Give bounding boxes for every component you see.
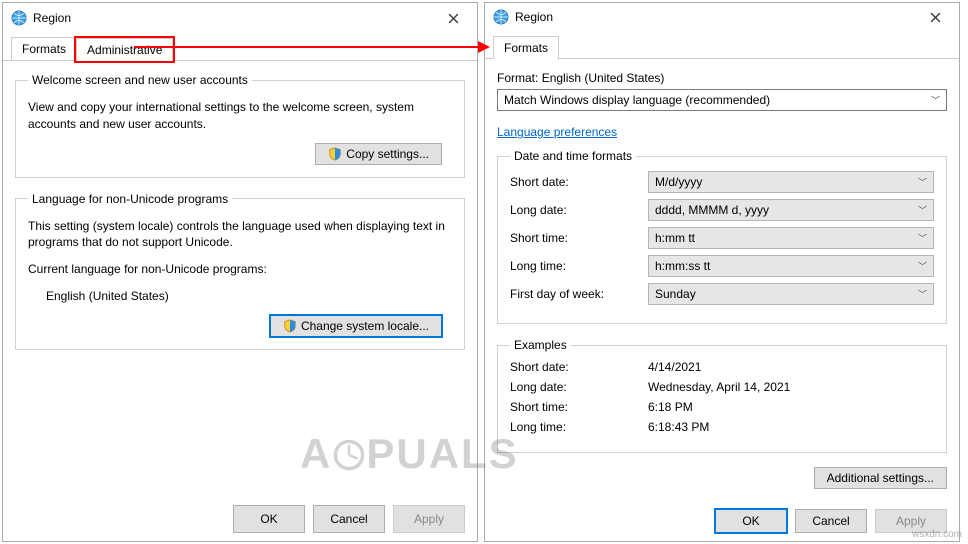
group-legend: Examples <box>510 338 571 352</box>
region-window-administrative: Region Formats Administrative Welcome sc… <box>2 2 478 542</box>
dropdown-value: M/d/yyyy <box>655 175 702 189</box>
change-system-locale-button[interactable]: Change system locale... <box>270 315 442 337</box>
tabstrip: Formats <box>485 35 959 59</box>
ex-short-date-label: Short date: <box>510 360 640 374</box>
chevron-down-icon: ﹀ <box>918 232 927 245</box>
dropdown-value: h:mm:ss tt <box>655 259 710 273</box>
long-time-label: Long time: <box>510 259 640 273</box>
tab-formats[interactable]: Formats <box>11 37 77 60</box>
additional-settings-button[interactable]: Additional settings... <box>814 467 947 489</box>
group-welcome-screen: Welcome screen and new user accounts Vie… <box>15 73 465 178</box>
globe-icon <box>493 9 509 25</box>
dialog-footer: OK Cancel Apply <box>3 497 477 541</box>
ex-long-date-label: Long date: <box>510 380 640 394</box>
globe-icon <box>11 10 27 26</box>
short-time-dropdown[interactable]: h:mm tt ﹀ <box>648 227 934 249</box>
short-date-dropdown[interactable]: M/d/yyyy ﹀ <box>648 171 934 193</box>
chevron-down-icon: ﹀ <box>918 288 927 301</box>
chevron-down-icon: ﹀ <box>918 204 927 217</box>
titlebar[interactable]: Region <box>485 3 959 31</box>
language-preferences-link[interactable]: Language preferences <box>497 125 617 139</box>
dropdown-value: Match Windows display language (recommen… <box>504 93 770 107</box>
close-icon <box>448 13 459 24</box>
tabstrip: Formats Administrative <box>3 37 477 61</box>
cancel-button[interactable]: Cancel <box>795 509 867 533</box>
window-title: Region <box>515 10 915 24</box>
ex-long-date-value: Wednesday, April 14, 2021 <box>648 380 934 394</box>
button-label: Change system locale... <box>301 319 429 333</box>
group-non-unicode: Language for non-Unicode programs This s… <box>15 192 465 350</box>
current-lang-label: Current language for non-Unicode program… <box>28 261 452 278</box>
apply-button[interactable]: Apply <box>393 505 465 533</box>
long-date-label: Long date: <box>510 203 640 217</box>
first-day-dropdown[interactable]: Sunday ﹀ <box>648 283 934 305</box>
short-date-label: Short date: <box>510 175 640 189</box>
apply-button[interactable]: Apply <box>875 509 947 533</box>
dropdown-value: h:mm tt <box>655 231 695 245</box>
dropdown-value: dddd, MMMM d, yyyy <box>655 203 769 217</box>
group-date-time-formats: Date and time formats Short date: M/d/yy… <box>497 149 947 324</box>
chevron-down-icon: ﹀ <box>931 94 940 107</box>
ok-button[interactable]: OK <box>233 505 305 533</box>
current-lang-value: English (United States) <box>46 288 452 305</box>
tab-formats[interactable]: Formats <box>493 36 559 59</box>
group-text: View and copy your international setting… <box>28 99 452 133</box>
close-button[interactable] <box>433 4 473 32</box>
tab-body-administrative: Welcome screen and new user accounts Vie… <box>3 61 477 497</box>
short-time-label: Short time: <box>510 231 640 245</box>
ex-short-time-value: 6:18 PM <box>648 400 934 414</box>
shield-icon <box>283 319 297 333</box>
ex-short-date-value: 4/14/2021 <box>648 360 934 374</box>
close-button[interactable] <box>915 3 955 31</box>
cancel-button[interactable]: Cancel <box>313 505 385 533</box>
first-day-label: First day of week: <box>510 287 640 301</box>
chevron-down-icon: ﹀ <box>918 176 927 189</box>
ex-long-time-value: 6:18:43 PM <box>648 420 934 434</box>
long-time-dropdown[interactable]: h:mm:ss tt ﹀ <box>648 255 934 277</box>
region-window-formats: Region Formats Format: English (United S… <box>484 2 960 542</box>
long-date-dropdown[interactable]: dddd, MMMM d, yyyy ﹀ <box>648 199 934 221</box>
close-icon <box>930 12 941 23</box>
format-label: Format: <box>497 71 538 85</box>
chevron-down-icon: ﹀ <box>918 260 927 273</box>
ex-short-time-label: Short time: <box>510 400 640 414</box>
ok-button[interactable]: OK <box>715 509 787 533</box>
group-examples: Examples Short date: 4/14/2021 Long date… <box>497 338 947 453</box>
group-legend: Welcome screen and new user accounts <box>28 73 252 87</box>
group-legend: Language for non-Unicode programs <box>28 192 232 206</box>
format-dropdown[interactable]: Match Windows display language (recommen… <box>497 89 947 111</box>
group-legend: Date and time formats <box>510 149 636 163</box>
button-label: Copy settings... <box>346 147 429 161</box>
window-title: Region <box>33 11 433 25</box>
copy-settings-button[interactable]: Copy settings... <box>315 143 442 165</box>
shield-icon <box>328 147 342 161</box>
titlebar[interactable]: Region <box>3 3 477 33</box>
format-value: English (United States) <box>542 71 665 85</box>
group-text: This setting (system locale) controls th… <box>28 218 452 252</box>
ex-long-time-label: Long time: <box>510 420 640 434</box>
dropdown-value: Sunday <box>655 287 696 301</box>
tab-administrative[interactable]: Administrative <box>76 38 173 61</box>
dialog-footer: OK Cancel Apply <box>485 501 959 541</box>
tab-body-formats: Format: English (United States) Match Wi… <box>485 59 959 501</box>
